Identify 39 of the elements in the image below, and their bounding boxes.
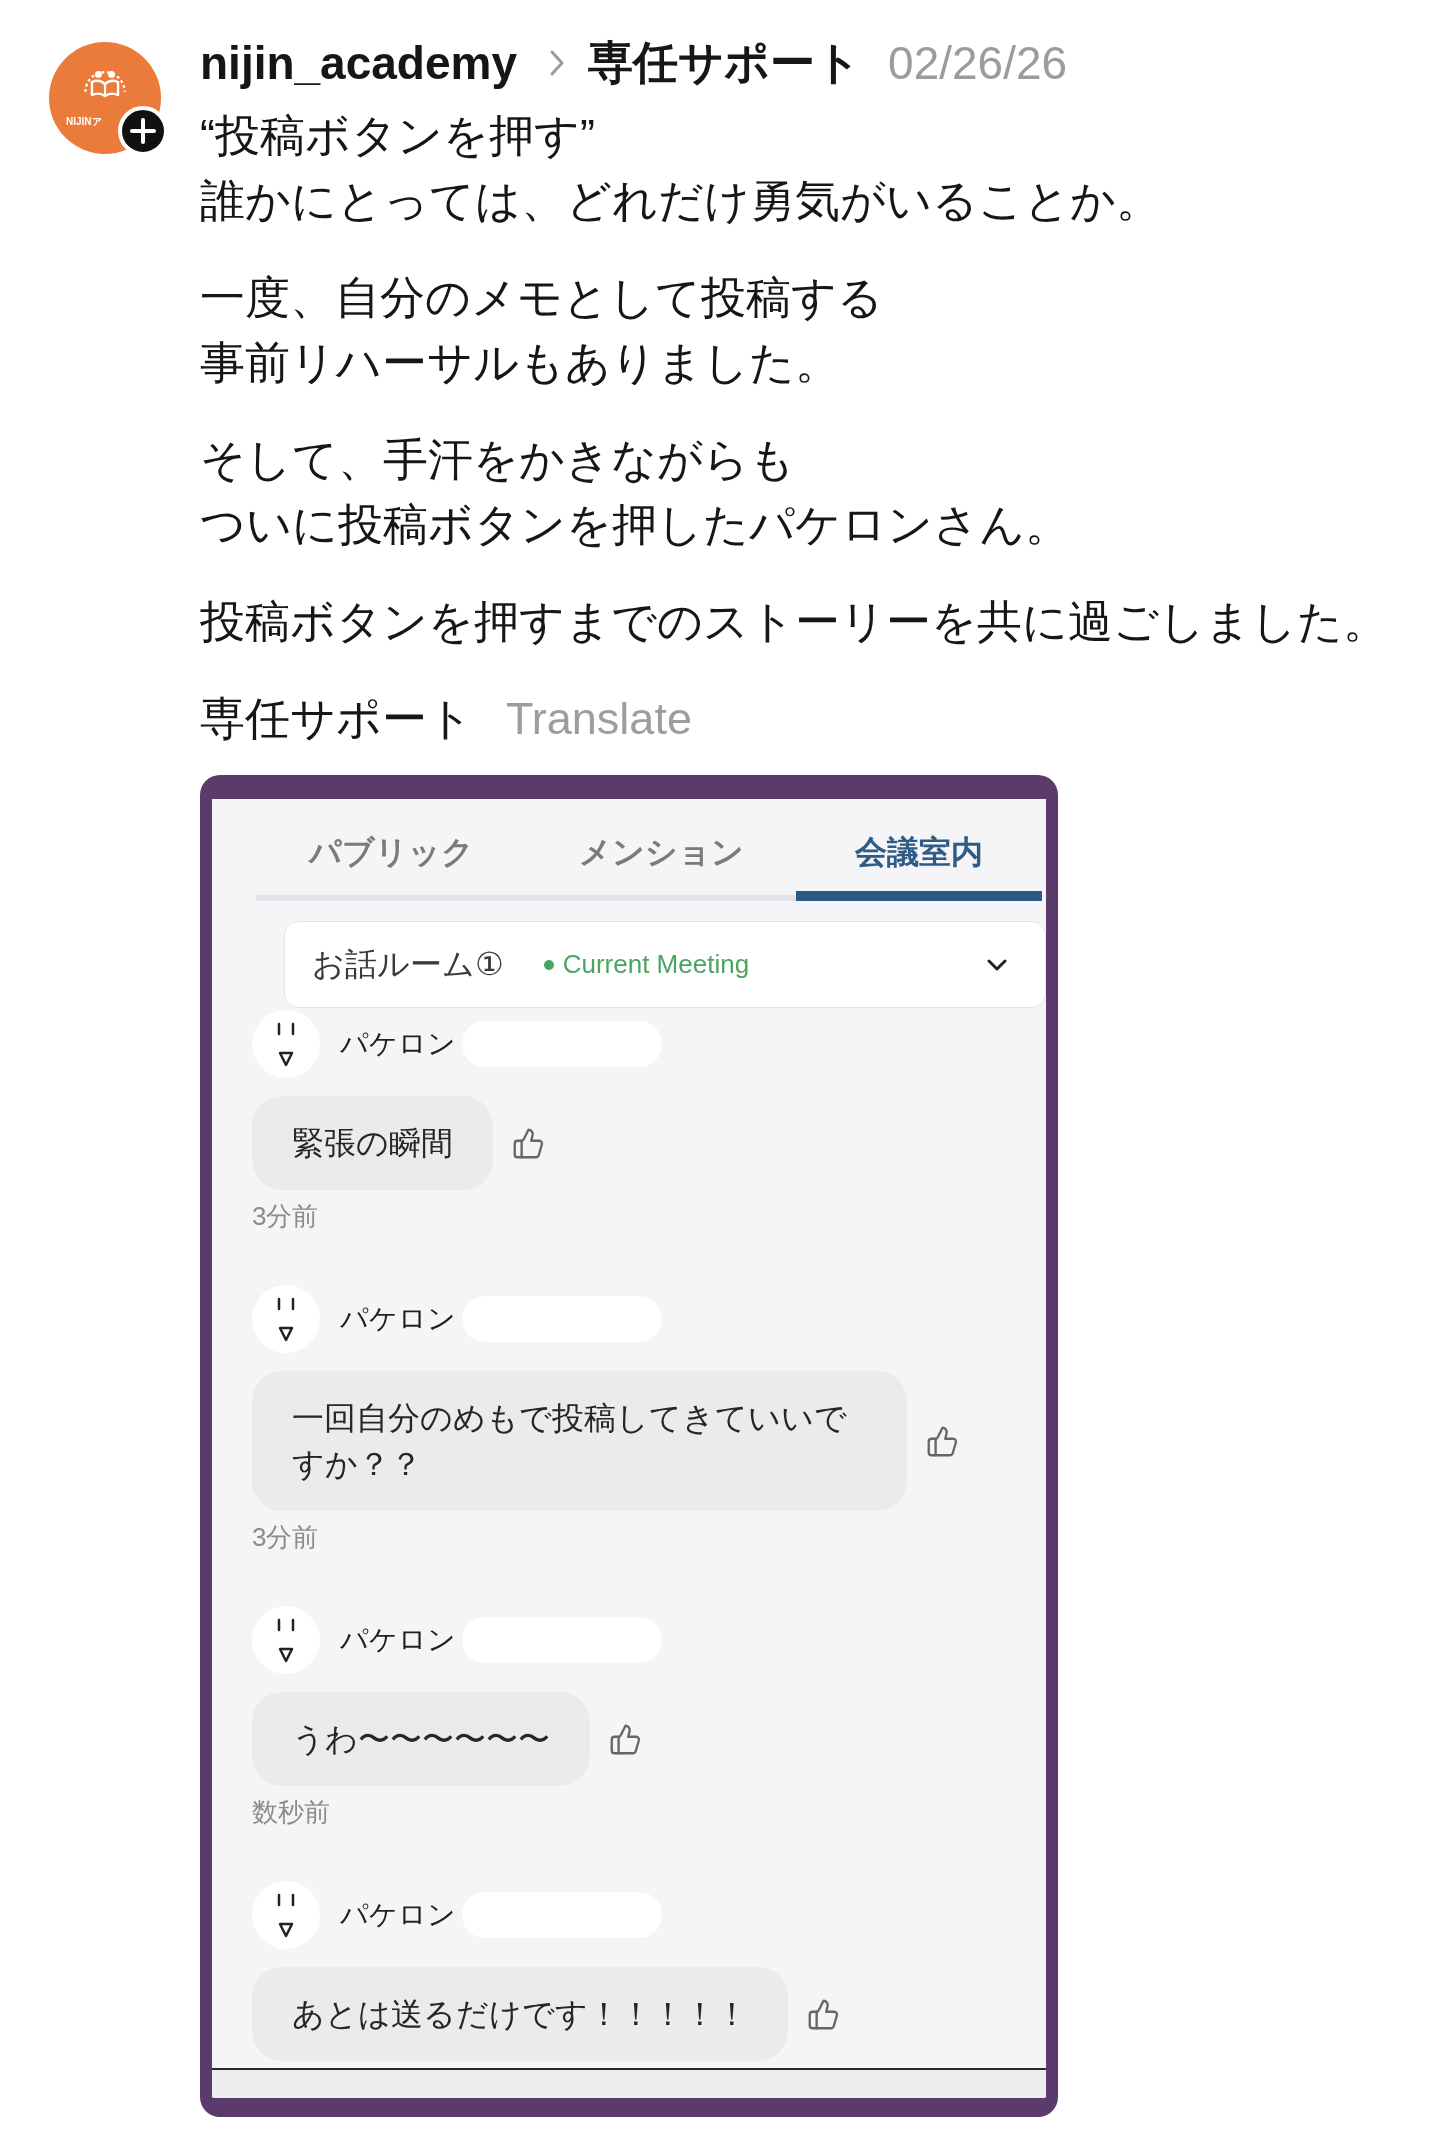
thumbs-up-icon[interactable] bbox=[609, 1722, 642, 1756]
author-name[interactable]: nijin_academy bbox=[200, 36, 518, 90]
thumbs-up-icon[interactable] bbox=[807, 1997, 840, 2031]
message-bubble: うわ〜〜〜〜〜〜 bbox=[252, 1692, 590, 1786]
sender-name: パケロン bbox=[340, 1623, 456, 1657]
post-text-line: ついに投稿ボタンを押したパケロンさん。 bbox=[200, 498, 1070, 552]
post-date: 02/26/26 bbox=[888, 36, 1068, 90]
message-bubble: あとは送るだけです！！！！！ bbox=[252, 1967, 788, 2061]
sender-name: パケロン bbox=[340, 1302, 456, 1336]
avatar-face-icon bbox=[252, 1881, 320, 1949]
sender-name: パケロン bbox=[340, 1898, 456, 1932]
tab[interactable]: メンション bbox=[526, 832, 797, 901]
tab[interactable]: 会議室内 bbox=[796, 832, 1042, 901]
post-text-line: 事前リハーサルもありました。 bbox=[200, 336, 840, 390]
meeting-status: Current Meeting bbox=[562, 949, 750, 980]
tab[interactable]: パブリック bbox=[256, 832, 527, 901]
message-time: 3分前 bbox=[252, 1201, 319, 1231]
logo-text: NIJINア bbox=[66, 116, 102, 128]
chevron-down-icon bbox=[987, 958, 1007, 971]
post-text-line: “投稿ボタンを押す” bbox=[200, 109, 595, 163]
post-text-line: そして、手汗をかきながらも bbox=[200, 433, 795, 487]
thumbs-up-icon[interactable] bbox=[512, 1126, 545, 1160]
avatar-face-icon bbox=[252, 1285, 320, 1353]
message-time: 3分前 bbox=[252, 1522, 319, 1552]
channel-tag[interactable]: 専任サポート bbox=[200, 686, 473, 751]
chevron-right-icon bbox=[549, 49, 566, 77]
message-bubble: 緊張の瞬間 bbox=[252, 1096, 493, 1190]
avatar-face-icon bbox=[252, 1010, 320, 1078]
status-dot-icon bbox=[543, 959, 554, 970]
channel-name[interactable]: 専任サポート bbox=[588, 33, 862, 93]
post-text-line: 誰かにとっては、どれだけ勇気がいることか。 bbox=[200, 174, 1161, 228]
sender-name: パケロン bbox=[340, 1027, 456, 1061]
avatar-face-icon bbox=[252, 1606, 320, 1674]
message-bubble: 一回自分のめもで投稿してきていいですか？？ bbox=[252, 1371, 907, 1511]
room-dropdown[interactable]: お話ルーム① Current Meeting bbox=[284, 921, 1046, 1008]
thumbs-up-icon[interactable] bbox=[926, 1424, 959, 1458]
message-time: 数秒前 bbox=[252, 1797, 330, 1827]
post-text-line: 一度、自分のメモとして投稿する bbox=[200, 271, 883, 325]
post-text-line: 投稿ボタンを押すまでのストーリーを共に過ごしました。 bbox=[200, 595, 1388, 649]
